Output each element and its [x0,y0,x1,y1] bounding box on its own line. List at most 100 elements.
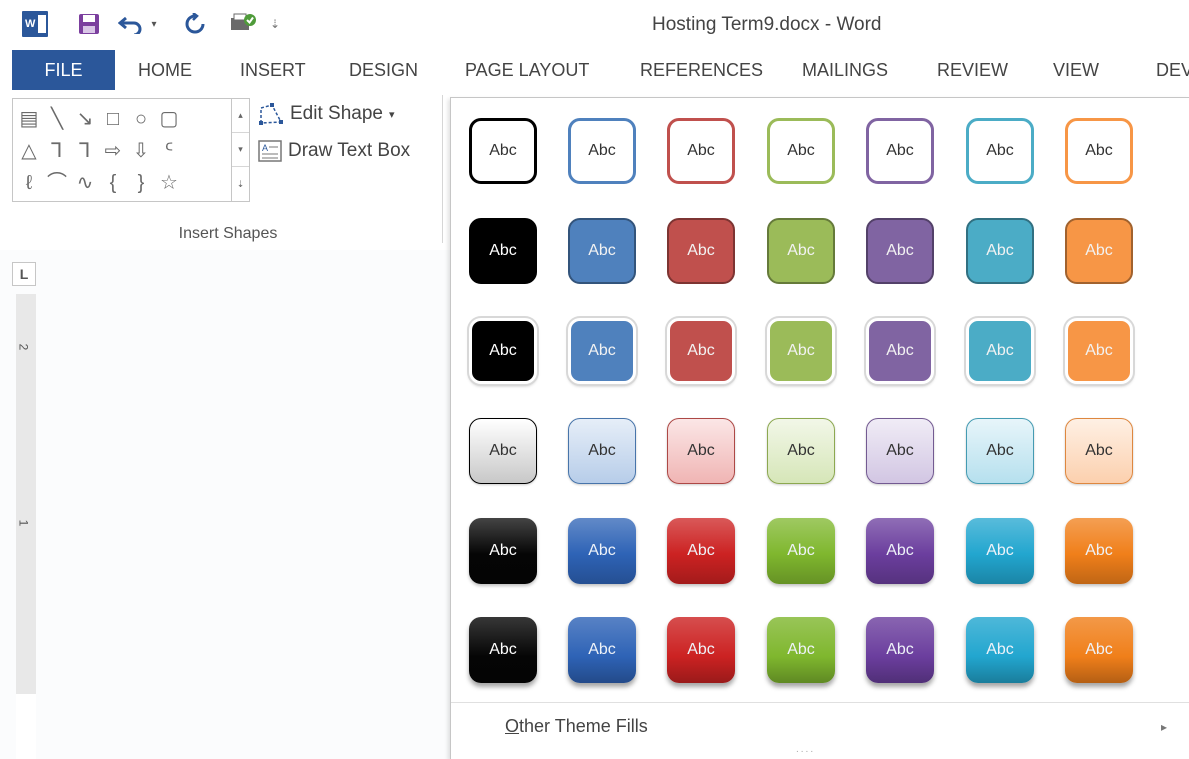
tab-home[interactable]: HOME [138,50,192,90]
arc-shape-icon[interactable]: ⌒ [45,171,69,195]
style-swatch-framed-fill-purple[interactable]: Abc [866,318,934,384]
group-separator [442,95,443,243]
style-swatch-outline-green[interactable]: Abc [767,118,835,184]
shape-row-1: ▤ ╲ ↘ □ ○ ▢ [17,107,181,131]
other-theme-fills-accelerator: O [505,716,520,736]
tab-mailings[interactable]: MAILINGS [802,50,888,90]
scribble-shape-icon[interactable]: ℓ [17,171,41,195]
left-brace-shape-icon[interactable]: { [101,171,125,195]
curve-shape-icon[interactable]: ∿ [73,171,97,195]
undo-icon[interactable] [116,10,146,38]
tab-insert[interactable]: INSERT [240,50,306,90]
style-swatch-light-gradient-green[interactable]: Abc [767,418,835,484]
style-swatch-framed-fill-aqua[interactable]: Abc [966,318,1034,384]
style-swatch-intense-blue[interactable]: Abc [568,518,636,584]
style-swatch-intense-shadow-red[interactable]: Abc [667,617,735,683]
other-theme-fills-button[interactable]: Other Theme Fills [505,716,648,737]
style-swatch-outline-purple[interactable]: Abc [866,118,934,184]
customize-qat-icon[interactable]: ⇣ [268,10,282,38]
window-title: Hosting Term9.docx - Word [652,14,882,35]
tab-review[interactable]: REVIEW [937,50,1008,90]
other-theme-fills-label: ther Theme Fills [519,716,648,736]
edit-shape-label: Edit Shape [290,103,383,124]
arrow-line-shape-icon[interactable]: ↘ [73,107,97,131]
style-swatch-intense-red[interactable]: Abc [667,518,735,584]
resize-grip-icon[interactable]: .... [796,744,815,755]
style-swatch-intense-orange[interactable]: Abc [1065,518,1133,584]
vertical-ruler[interactable]: 2 1 [16,294,36,759]
rectangle-shape-icon[interactable]: □ [101,107,125,131]
elbow-connector-shape-icon[interactable]: ⅂ [45,139,69,163]
rounded-rectangle-shape-icon[interactable]: ▢ [157,107,181,131]
edit-shape-icon [259,103,283,125]
save-icon[interactable] [74,10,104,38]
draw-text-box-button[interactable]: A Draw Text Box [258,140,410,162]
style-swatch-intense-shadow-purple[interactable]: Abc [866,617,934,683]
elbow-arrow-connector-shape-icon[interactable]: ⅂ [73,139,97,163]
style-swatch-intense-black[interactable]: Abc [469,518,537,584]
style-swatch-light-gradient-black[interactable]: Abc [469,418,537,484]
style-swatch-intense-purple[interactable]: Abc [866,518,934,584]
style-swatch-intense-shadow-aqua[interactable]: Abc [966,617,1034,683]
text-box-shape-icon[interactable]: ▤ [17,107,41,131]
style-swatch-framed-fill-red[interactable]: Abc [667,318,735,384]
style-swatch-light-gradient-blue[interactable]: Abc [568,418,636,484]
style-swatch-light-gradient-red[interactable]: Abc [667,418,735,484]
gallery-scroll-up-icon[interactable]: ▴ [232,99,249,133]
style-swatch-framed-fill-black[interactable]: Abc [469,318,537,384]
undo-dropdown-icon[interactable]: ▾ [148,10,160,38]
oval-shape-icon[interactable]: ○ [129,107,153,131]
quick-print-icon[interactable] [226,10,260,38]
style-swatch-outline-red[interactable]: Abc [667,118,735,184]
tab-selector-button[interactable]: L [12,262,36,286]
style-swatch-intense-shadow-green[interactable]: Abc [767,617,835,683]
style-swatch-colored-fill-aqua[interactable]: Abc [966,218,1034,284]
style-swatch-outline-orange[interactable]: Abc [1065,118,1133,184]
style-swatch-intense-aqua[interactable]: Abc [966,518,1034,584]
down-arrow-shape-icon[interactable]: ⇩ [129,139,153,163]
star-shape-icon[interactable]: ☆ [157,171,181,195]
redo-icon[interactable] [180,10,210,38]
style-swatch-light-gradient-aqua[interactable]: Abc [966,418,1034,484]
gallery-divider [451,702,1189,703]
right-arrow-shape-icon[interactable]: ⇨ [101,139,125,163]
word-app-icon[interactable]: W [22,11,48,37]
style-swatch-light-gradient-purple[interactable]: Abc [866,418,934,484]
shapes-gallery[interactable]: ▤ ╲ ↘ □ ○ ▢ △ ⅂ ⅂ ⇨ ⇩ ᑦ ℓ ⌒ ∿ { } ☆ ▴ ▾ … [12,98,250,202]
style-swatch-colored-fill-blue[interactable]: Abc [568,218,636,284]
style-swatch-intense-shadow-blue[interactable]: Abc [568,617,636,683]
style-swatch-framed-fill-green[interactable]: Abc [767,318,835,384]
tab-page-layout[interactable]: PAGE LAYOUT [465,50,589,90]
shape-row-3: ℓ ⌒ ∿ { } ☆ [17,171,181,195]
triangle-shape-icon[interactable]: △ [17,139,41,163]
style-swatch-colored-fill-purple[interactable]: Abc [866,218,934,284]
line-shape-icon[interactable]: ╲ [45,107,69,131]
style-swatch-colored-fill-green[interactable]: Abc [767,218,835,284]
tab-file[interactable]: FILE [12,50,115,90]
style-swatch-intense-shadow-black[interactable]: Abc [469,617,537,683]
right-brace-shape-icon[interactable]: } [129,171,153,195]
gallery-more-icon[interactable]: ⇣ [232,167,249,201]
style-swatch-intense-shadow-orange[interactable]: Abc [1065,617,1133,683]
freeform-shape-icon[interactable]: ᑦ [157,139,181,163]
shape-styles-gallery: Abc Abc Abc Abc Abc Abc Abc Abc Abc Abc Abc Abc Abc A… [450,97,1189,759]
style-swatch-framed-fill-blue[interactable]: Abc [568,318,636,384]
style-swatch-light-gradient-orange[interactable]: Abc [1065,418,1133,484]
tab-references[interactable]: REFERENCES [640,50,763,90]
edit-shape-button[interactable]: Edit Shape ▾ [258,102,395,126]
style-swatch-framed-fill-orange[interactable]: Abc [1065,318,1133,384]
style-swatch-colored-fill-black[interactable]: Abc [469,218,537,284]
style-swatch-outline-blue[interactable]: Abc [568,118,636,184]
tab-design[interactable]: DESIGN [349,50,418,90]
style-swatch-colored-fill-orange[interactable]: Abc [1065,218,1133,284]
tab-view[interactable]: VIEW [1053,50,1099,90]
style-swatch-intense-green[interactable]: Abc [767,518,835,584]
tab-developer[interactable]: DEV [1156,50,1189,90]
style-swatch-colored-fill-red[interactable]: Abc [667,218,735,284]
submenu-arrow-icon: ▸ [1160,720,1167,734]
style-swatch-outline-black[interactable]: Abc [469,118,537,184]
ruler-number: 1 [16,519,31,527]
gallery-scroll-down-icon[interactable]: ▾ [232,133,249,167]
insert-shapes-group-label: Insert Shapes [178,225,278,242]
style-swatch-outline-aqua[interactable]: Abc [966,118,1034,184]
